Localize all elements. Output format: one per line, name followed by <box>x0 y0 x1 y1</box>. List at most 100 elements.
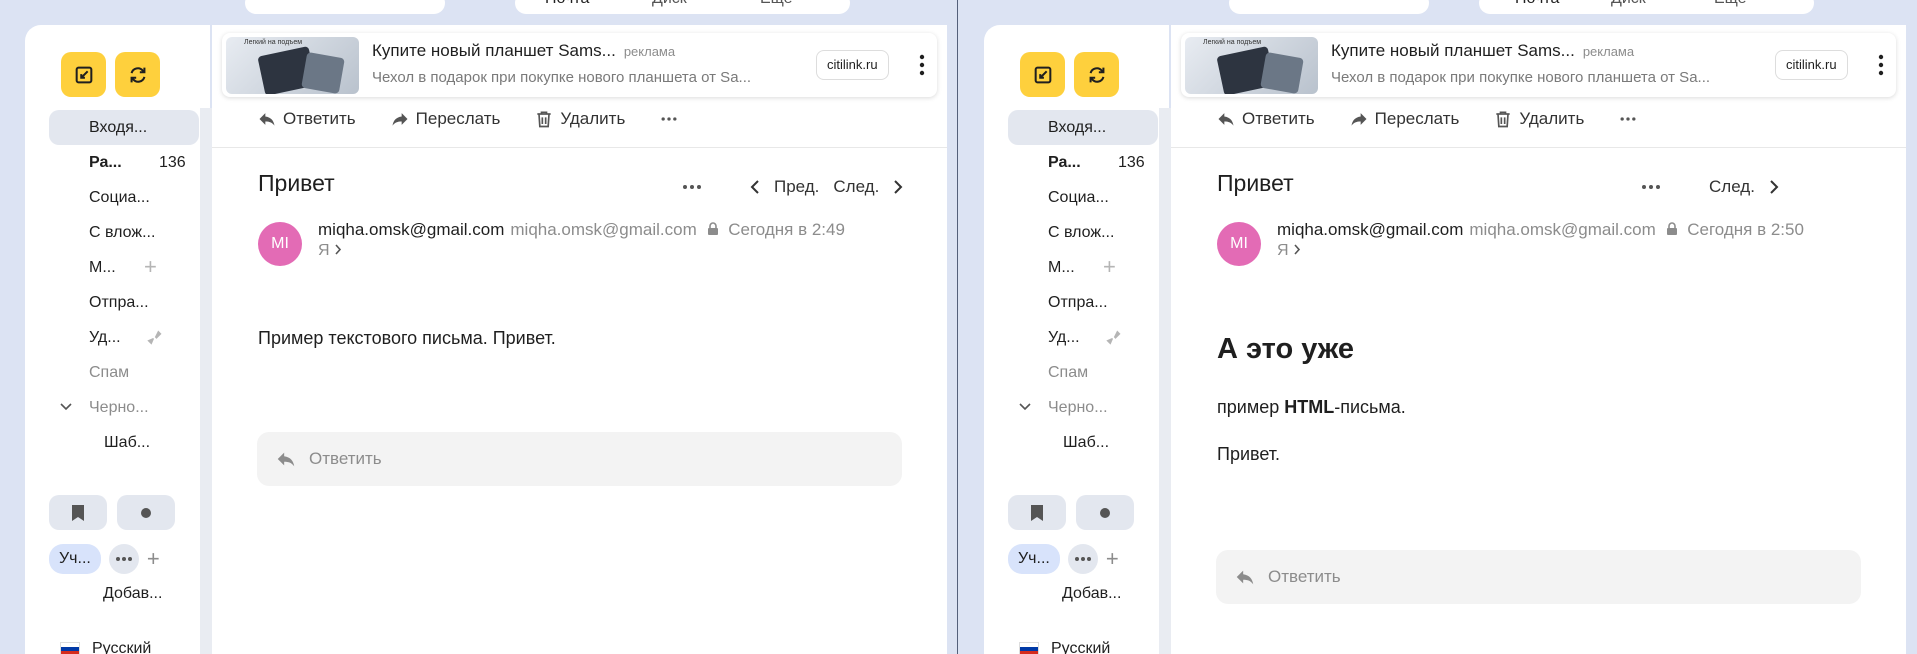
folder-spam[interactable]: Спам <box>49 355 199 390</box>
add-mailbox-link[interactable]: Добав... <box>103 585 162 603</box>
avatar[interactable]: MI <box>1217 222 1261 266</box>
language-switcher[interactable]: Русский <box>1019 640 1110 654</box>
folder-drafts[interactable]: Черно... <box>1008 390 1158 425</box>
ad-banner[interactable]: Легкий на подъем Купите новый планшет Sa… <box>1181 33 1896 97</box>
tab-disk[interactable]: Диск <box>652 0 687 8</box>
sidebar-scrollbar[interactable] <box>1159 108 1171 654</box>
search-field-edge[interactable] <box>245 0 445 14</box>
sidebar-scrollbar[interactable] <box>200 108 212 654</box>
reply-icon <box>277 452 295 467</box>
broom-icon[interactable] <box>144 328 164 348</box>
sidebar: Входя... Ра... 136 Социа... С влож... М..… <box>984 25 1169 654</box>
delete-button[interactable]: Удалить <box>1493 109 1584 129</box>
more-labels-button[interactable] <box>108 544 139 574</box>
tab-mail[interactable]: Почта <box>1515 0 1559 8</box>
refresh-button[interactable] <box>115 52 160 97</box>
forward-button[interactable]: Переслать <box>1349 109 1460 129</box>
folder-spam[interactable]: Спам <box>1008 355 1158 390</box>
folder-work[interactable]: Ра... 136 <box>49 145 199 180</box>
chevron-right-icon[interactable] <box>893 179 903 195</box>
bookmark-filter-button[interactable] <box>1008 495 1066 530</box>
folder-m[interactable]: М... + <box>49 250 199 285</box>
russian-flag-icon <box>1019 642 1039 654</box>
unread-filter-button[interactable] <box>1076 495 1134 530</box>
tab-mail[interactable]: Почта <box>545 0 589 8</box>
search-field-edge[interactable] <box>1229 0 1429 14</box>
compose-button[interactable] <box>61 52 106 97</box>
plus-icon[interactable]: + <box>144 256 164 278</box>
folder-trash[interactable]: Уд... <box>1008 320 1158 355</box>
folder-label: Шаб... <box>1063 433 1110 451</box>
folder-inbox[interactable]: Входя... <box>1008 110 1158 145</box>
ad-site-button[interactable]: citilink.ru <box>1775 50 1848 80</box>
folder-sent[interactable]: Отпра... <box>1008 285 1158 320</box>
chevron-right-icon[interactable] <box>1769 179 1779 195</box>
chevron-down-icon[interactable] <box>1018 400 1032 414</box>
folder-sent[interactable]: Отпра... <box>49 285 199 320</box>
folder-label: Черно... <box>1048 398 1108 416</box>
language-switcher[interactable]: Русский <box>60 640 151 654</box>
tab-more[interactable]: Еще <box>1714 0 1747 8</box>
folder-attachments[interactable]: С влож... <box>49 215 199 250</box>
folder-social[interactable]: Социа... <box>49 180 199 215</box>
folder-drafts[interactable]: Черно... <box>49 390 199 425</box>
ad-banner[interactable]: Легкий на подъем Купите новый планшет Sa… <box>222 33 937 97</box>
kebab-menu-icon[interactable] <box>912 51 932 79</box>
unread-count: 136 <box>159 153 186 171</box>
compose-button[interactable] <box>1020 52 1065 97</box>
folder-inbox[interactable]: Входя... <box>49 110 199 145</box>
more-actions-button[interactable] <box>659 109 679 129</box>
ad-description: Чехол в подарок при покупке нового планш… <box>1331 69 1711 86</box>
next-button[interactable]: След. <box>833 177 879 197</box>
label-chip[interactable]: Уч... <box>1008 544 1060 574</box>
reply-button[interactable]: Ответить <box>1216 109 1315 129</box>
quick-reply-box[interactable]: Ответить <box>257 432 902 486</box>
refresh-button[interactable] <box>1074 52 1119 97</box>
broom-icon[interactable] <box>1103 328 1123 348</box>
sender-name[interactable]: miqha.omsk@gmail.com <box>1277 220 1463 239</box>
quick-reply-placeholder: Ответить <box>1268 567 1341 586</box>
add-label-plus-icon[interactable]: + <box>1106 546 1119 572</box>
recipient-line[interactable]: Я <box>1277 242 1301 260</box>
unread-filter-button[interactable] <box>117 495 175 530</box>
russian-flag-icon <box>60 642 80 654</box>
email-heading: А это уже <box>1217 333 1355 365</box>
more-actions-button[interactable] <box>1618 109 1638 129</box>
chevron-down-icon[interactable] <box>59 400 73 414</box>
folder-work[interactable]: Ра... 136 <box>1008 145 1158 180</box>
folder-label: Социа... <box>1048 188 1109 206</box>
sender-email[interactable]: miqha.omsk@gmail.com <box>1469 220 1655 239</box>
folder-templates[interactable]: Шаб... <box>1008 425 1158 460</box>
more-labels-button[interactable] <box>1067 544 1098 574</box>
sender-name[interactable]: miqha.omsk@gmail.com <box>318 220 504 239</box>
forward-button[interactable]: Переслать <box>390 109 500 129</box>
next-button[interactable]: След. <box>1709 177 1755 197</box>
tab-disk[interactable]: Диск <box>1611 0 1646 8</box>
more-horizontal-icon[interactable] <box>682 184 702 190</box>
delete-button[interactable]: Удалить <box>534 109 625 129</box>
folder-attachments[interactable]: С влож... <box>1008 215 1158 250</box>
more-horizontal-icon[interactable] <box>1641 184 1661 190</box>
folder-m[interactable]: М... + <box>1008 250 1158 285</box>
quick-reply-box[interactable]: Ответить <box>1216 550 1861 604</box>
avatar[interactable]: MI <box>258 222 302 266</box>
folder-trash[interactable]: Уд... <box>49 320 199 355</box>
ad-badge: реклама <box>1582 44 1635 59</box>
folder-label: Уд... <box>1048 328 1080 346</box>
prev-button[interactable]: Пред. <box>774 177 819 197</box>
chevron-left-icon[interactable] <box>750 179 760 195</box>
label-chip[interactable]: Уч... <box>49 544 101 574</box>
ad-site-button[interactable]: citilink.ru <box>816 50 889 80</box>
plus-icon[interactable]: + <box>1103 256 1123 278</box>
bookmark-filter-button[interactable] <box>49 495 107 530</box>
folder-templates[interactable]: Шаб... <box>49 425 199 460</box>
kebab-menu-icon[interactable] <box>1871 51 1891 79</box>
tab-more[interactable]: Еще <box>760 0 793 8</box>
folder-social[interactable]: Социа... <box>1008 180 1158 215</box>
reply-button[interactable]: Ответить <box>257 109 356 129</box>
recipient-line[interactable]: Я <box>318 242 342 260</box>
sender-email[interactable]: miqha.omsk@gmail.com <box>510 220 696 239</box>
add-mailbox-link[interactable]: Добав... <box>1062 585 1121 603</box>
add-label-plus-icon[interactable]: + <box>147 546 160 572</box>
forward-label: Переслать <box>1374 109 1460 128</box>
